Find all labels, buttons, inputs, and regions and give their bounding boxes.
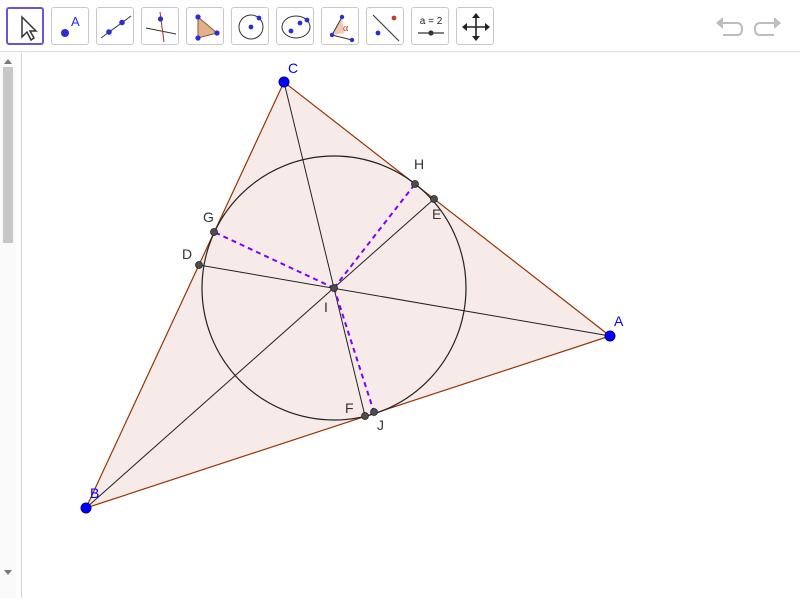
label-h: H: [414, 156, 424, 172]
label-i: I: [324, 299, 328, 315]
point-b[interactable]: [80, 502, 92, 514]
label-d: D: [182, 246, 192, 262]
point-c[interactable]: [278, 76, 290, 88]
point-g[interactable]: [210, 228, 218, 236]
point-a[interactable]: [604, 330, 616, 342]
point-i[interactable]: [330, 284, 338, 292]
point-d[interactable]: [195, 261, 203, 269]
label-b: B: [90, 485, 99, 501]
label-a: A: [614, 313, 624, 329]
point-j[interactable]: [370, 408, 378, 416]
label-c: C: [288, 60, 298, 76]
point-f[interactable]: [361, 412, 369, 420]
graphics-view[interactable]: A B C D E F G H I J: [0, 0, 800, 600]
label-g: G: [203, 209, 214, 225]
triangle-abc[interactable]: [84, 81, 612, 510]
label-j: J: [377, 417, 384, 433]
point-e[interactable]: [430, 195, 438, 203]
point-h[interactable]: [411, 180, 419, 188]
label-f: F: [345, 400, 354, 416]
label-e: E: [432, 206, 441, 222]
